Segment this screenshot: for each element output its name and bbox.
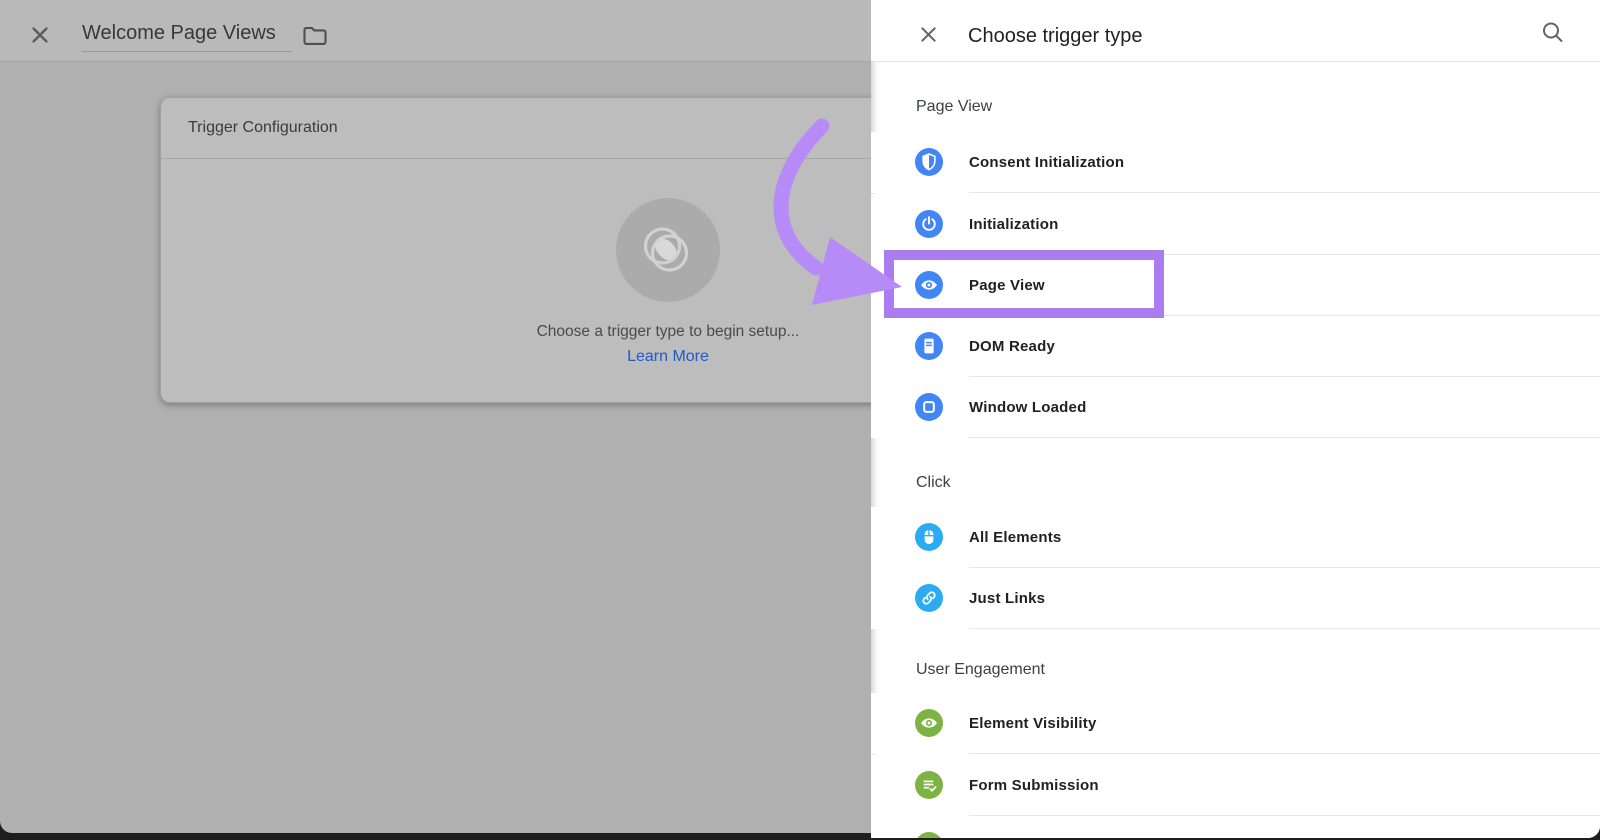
trigger-name-field[interactable]: Welcome Page Views [82,22,292,52]
trigger-type-item[interactable]: Just Links [871,568,1600,629]
section-title: Click [916,471,951,495]
consent-shield-icon [915,148,943,176]
form-check-icon [915,771,943,799]
trigger-type-label: Initialization [969,216,1058,233]
trigger-type-label: Consent Initialization [969,154,1124,171]
trigger-type-item[interactable]: Window Loaded [871,377,1600,438]
trigger-type-item[interactable] [871,816,1600,839]
close-panel-button[interactable] [916,24,940,48]
power-icon [915,210,943,238]
trigger-type-item[interactable]: Form Submission [871,755,1600,816]
trigger-type-label: DOM Ready [969,338,1055,355]
trigger-setup-hint: Choose a trigger type to begin setup... [161,323,871,341]
trigger-type-label: Just Links [969,590,1045,607]
partial-trigger-icon [915,832,943,838]
trigger-type-item[interactable]: Consent Initialization [871,132,1600,193]
card-header: Trigger Configuration [161,98,871,159]
panel-title: Choose trigger type [968,25,1143,48]
eye-icon [915,271,943,299]
close-editor-button[interactable] [28,24,52,48]
trigger-type-item[interactable]: DOM Ready [871,316,1600,377]
section-title: User Engagement [916,658,1045,682]
link-icon [915,584,943,612]
search-icon[interactable] [1539,19,1567,47]
trigger-type-label: Element Visibility [969,715,1097,732]
trigger-configuration-card: Trigger Configuration Choose a trigger t… [160,97,871,403]
close-icon [30,25,50,48]
trigger-type-item[interactable]: Page View [871,255,1600,316]
trigger-type-item[interactable]: All Elements [871,507,1600,568]
trigger-type-label: Page View [969,277,1045,294]
document-icon [915,332,943,360]
mouse-icon [915,523,943,551]
trigger-type-item[interactable]: Element Visibility [871,693,1600,754]
dimmed-editor-area: Welcome Page Views Trigger Configuration… [0,0,871,833]
choose-trigger-type-panel: Choose trigger type Page View Consent Ini… [871,0,1600,838]
section-title: Page View [916,95,992,119]
folder-icon[interactable] [302,24,328,48]
card-title: Trigger Configuration [188,119,338,137]
trigger-type-label: All Elements [969,529,1061,546]
learn-more-link[interactable]: Learn More [161,348,871,366]
gtm-trigger-editor-screen: Welcome Page Views Trigger Configuration… [0,0,1600,840]
overlapping-circles-icon [598,180,738,320]
visibility-eye-icon [915,709,943,737]
trigger-type-label: Form Submission [969,777,1099,794]
close-icon [919,25,938,47]
window-icon [915,393,943,421]
trigger-type-label: Window Loaded [969,399,1086,416]
trigger-type-item[interactable]: Initialization [871,194,1600,255]
